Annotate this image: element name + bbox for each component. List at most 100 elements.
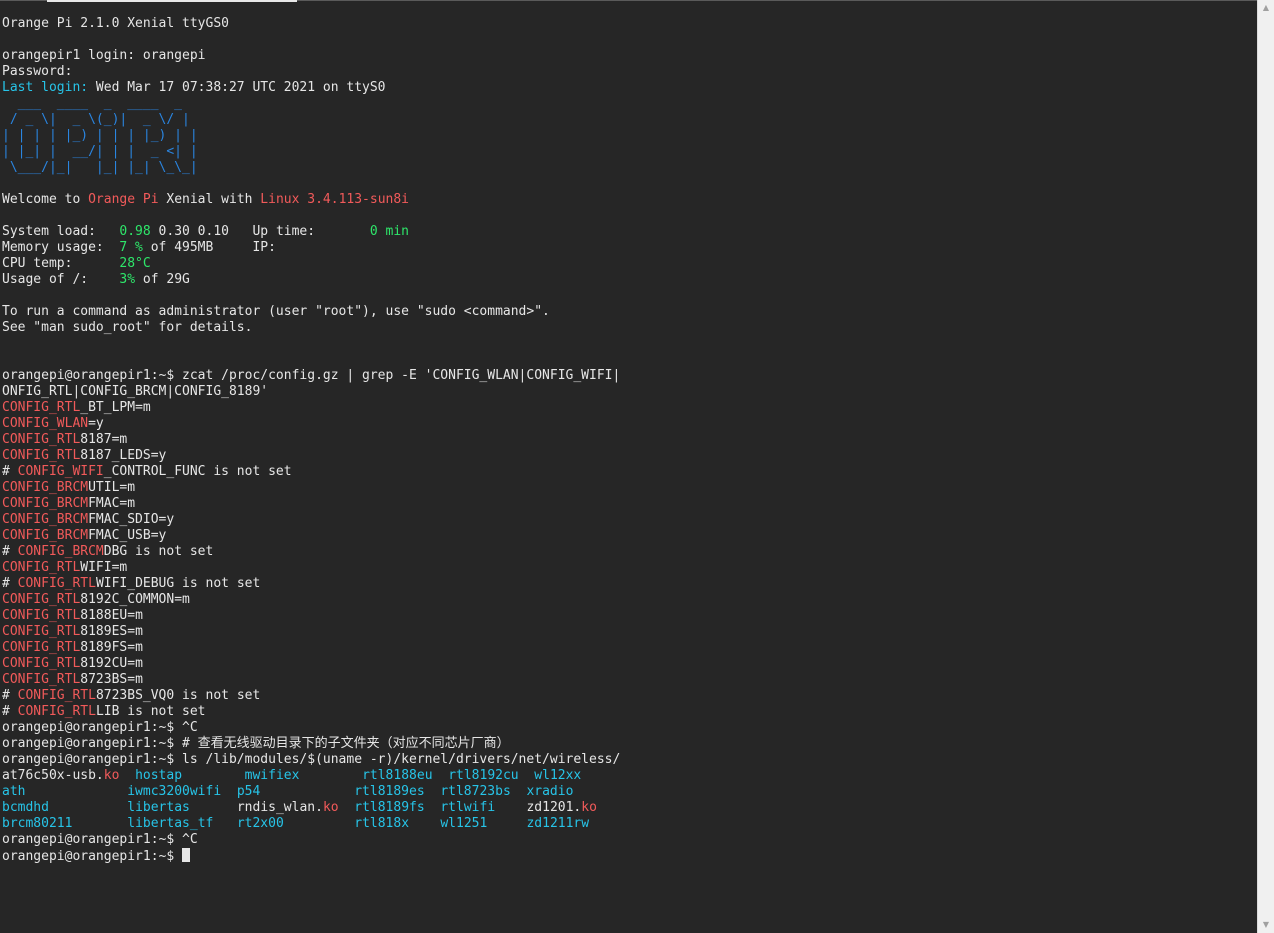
terminal-text: mwifiex (244, 768, 300, 783)
terminal-line: CONFIG_RTLWIFI=m (2, 560, 1257, 576)
terminal-text: orangepi@orangepir1:~$ # 查看无线驱动目录下的子文件夹（… (2, 736, 510, 751)
terminal-text: =y (88, 416, 104, 431)
terminal-text: iwmc3200wifi (127, 784, 222, 799)
terminal-line: / _ \| _ \(_)| _ \/ | (2, 112, 1257, 128)
terminal-line: \___/|_| |_| |_| \_\_| (2, 160, 1257, 176)
terminal-text: Xenial with (158, 192, 261, 207)
terminal-text: CONFIG_RTL (2, 432, 81, 447)
scroll-down-icon[interactable]: ▼ (1258, 917, 1274, 933)
terminal-line: CONFIG_RTL8188EU=m (2, 608, 1257, 624)
terminal-line: CONFIG_RTL_BT_LPM=m (2, 400, 1257, 416)
terminal-text: CONFIG_WIFI (17, 464, 104, 479)
terminal-text: orangepi@orangepir1:~$ (2, 849, 183, 864)
terminal-line: CONFIG_RTL8189ES=m (2, 624, 1257, 640)
terminal-text: brcm80211 (2, 816, 73, 831)
terminal-line: CONFIG_BRCMUTIL=m (2, 480, 1257, 496)
terminal-line: System load: 0.98 0.30 0.10 Up time: 0 m… (2, 224, 1257, 240)
terminal-text: # (2, 464, 18, 479)
terminal-text: at76c50x-usb. (2, 768, 104, 783)
terminal-text: Welcome to (2, 192, 89, 207)
terminal-text: 7 % (119, 240, 143, 255)
terminal-text: orangepir1 login: orangepi (2, 48, 206, 63)
terminal-line: # CONFIG_WIFI_CONTROL_FUNC is not set (2, 464, 1257, 480)
terminal-text: ONFIG_RTL|CONFIG_BRCM|CONFIG_8189' (2, 384, 269, 399)
terminal-text: CONFIG_RTL (2, 560, 81, 575)
terminal-text: # (2, 704, 18, 719)
terminal-text: UTIL=m (88, 480, 136, 495)
terminal-text: CONFIG_RTL (17, 704, 96, 719)
terminal-text: 8723BS_VQ0 is not set (95, 688, 261, 703)
terminal-text: DBG is not set (103, 544, 214, 559)
terminal-line: orangepi@orangepir1:~$ ls /lib/modules/$… (2, 752, 1257, 768)
terminal-line: Usage of /: 3% of 29G (2, 272, 1257, 288)
terminal-text: 0 min (369, 224, 410, 239)
terminal-text: of 495MB IP: (142, 240, 276, 255)
terminal-text: 8192CU=m (80, 656, 143, 671)
terminal-text: bcmdhd (2, 800, 49, 815)
terminal-line: CONFIG_BRCMFMAC_USB=y (2, 528, 1257, 544)
terminal-text: orangepi@orangepir1:~$ ^C (2, 832, 198, 847)
terminal-text: rtlwifi (440, 800, 496, 815)
terminal-line: CONFIG_RTL8192C_COMMON=m (2, 592, 1257, 608)
terminal-text: Last login: (2, 80, 96, 95)
terminal-text: ath (2, 784, 26, 799)
terminal-line: | | | | |_) | | | |_) | | (2, 128, 1257, 144)
terminal-text: wl12xx (534, 768, 582, 783)
terminal-text: # (2, 544, 18, 559)
terminal-text: FMAC_SDIO=y (88, 512, 175, 527)
terminal-text: ko (322, 800, 339, 815)
terminal-text: See "man sudo_root" for details. (2, 320, 253, 335)
terminal-text: p54 (236, 784, 261, 799)
terminal-text: 8187_LEDS=y (80, 448, 167, 463)
terminal-line: CONFIG_RTL8189FS=m (2, 640, 1257, 656)
terminal-output[interactable]: Orange Pi 2.1.0 Xenial ttyGS0 orangepir1 … (2, 16, 1257, 864)
terminal-text: Password: (2, 64, 73, 79)
terminal-text: CONFIG_BRCM (2, 480, 89, 495)
terminal-text: rtl8189fs (354, 800, 425, 815)
terminal-line: ___ ____ _ ____ _ (2, 96, 1257, 112)
terminal-text: 3% (119, 272, 136, 287)
terminal-text: # (2, 576, 18, 591)
terminal-text: CONFIG_RTL (17, 576, 96, 591)
terminal-text: CONFIG_BRCM (2, 512, 89, 527)
terminal-text: WIFI_DEBUG is not set (95, 576, 261, 591)
terminal-text: _BT_LPM=m (80, 400, 151, 415)
terminal-text: Orange Pi 2.1.0 Xenial ttyGS0 (2, 16, 229, 31)
terminal-text: orangepi@orangepir1:~$ ls /lib/modules/$… (2, 752, 621, 767)
scroll-up-icon[interactable]: ▲ (1258, 0, 1274, 16)
terminal-text: CONFIG_RTL (2, 608, 81, 623)
terminal-line: orangepir1 login: orangepi (2, 48, 1257, 64)
vertical-scrollbar[interactable]: ▲ ▼ (1257, 0, 1274, 933)
terminal-line: | |_| | __/| | | _ <| | (2, 144, 1257, 160)
terminal-text: rtl8189es (354, 784, 425, 799)
terminal-text: CONFIG_WLAN (2, 416, 89, 431)
terminal-text: zd1201. (526, 800, 582, 815)
terminal-text: 8192C_COMMON=m (80, 592, 190, 607)
terminal-text: zd1211rw (526, 816, 590, 831)
terminal-text: CONFIG_RTL (17, 688, 96, 703)
terminal-text: FMAC_USB=y (88, 528, 167, 543)
terminal-line: ONFIG_RTL|CONFIG_BRCM|CONFIG_8189' (2, 384, 1257, 400)
terminal-text: 0.30 0.10 Up time: (150, 224, 370, 239)
terminal-text: FMAC=m (88, 496, 136, 511)
terminal-text: wl1251 (440, 816, 488, 831)
terminal-line: Last login: Wed Mar 17 07:38:27 UTC 2021… (2, 80, 1257, 96)
terminal-text: CONFIG_RTL (2, 672, 81, 687)
terminal-window[interactable]: Orange Pi 2.1.0 Xenial ttyGS0 orangepir1 … (0, 0, 1257, 933)
terminal-text: rtl818x (354, 816, 410, 831)
terminal-text: # (2, 688, 18, 703)
terminal-text: libertas_tf (127, 816, 214, 831)
